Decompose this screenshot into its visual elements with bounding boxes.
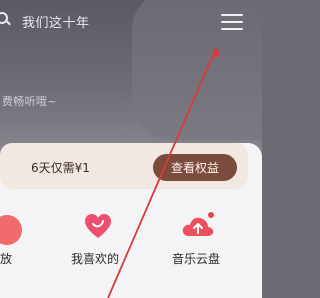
vip-offer-text: 6天仅需¥1 [31, 161, 90, 175]
heart-icon[interactable] [83, 212, 113, 242]
notification-dot [208, 212, 214, 218]
search-icon[interactable] [0, 12, 8, 24]
search-input[interactable]: 我们这十年 [22, 12, 90, 31]
view-benefits-button[interactable]: 查看权益 [153, 154, 237, 181]
tile-label-play[interactable]: 播放 [0, 250, 12, 267]
tile-label-cloud[interactable]: 音乐云盘 [172, 250, 220, 267]
tile-label-liked[interactable]: 我喜欢的 [71, 250, 119, 267]
menu-icon[interactable] [221, 12, 243, 32]
header-subtitle: 费畅听哦~ [2, 95, 57, 108]
